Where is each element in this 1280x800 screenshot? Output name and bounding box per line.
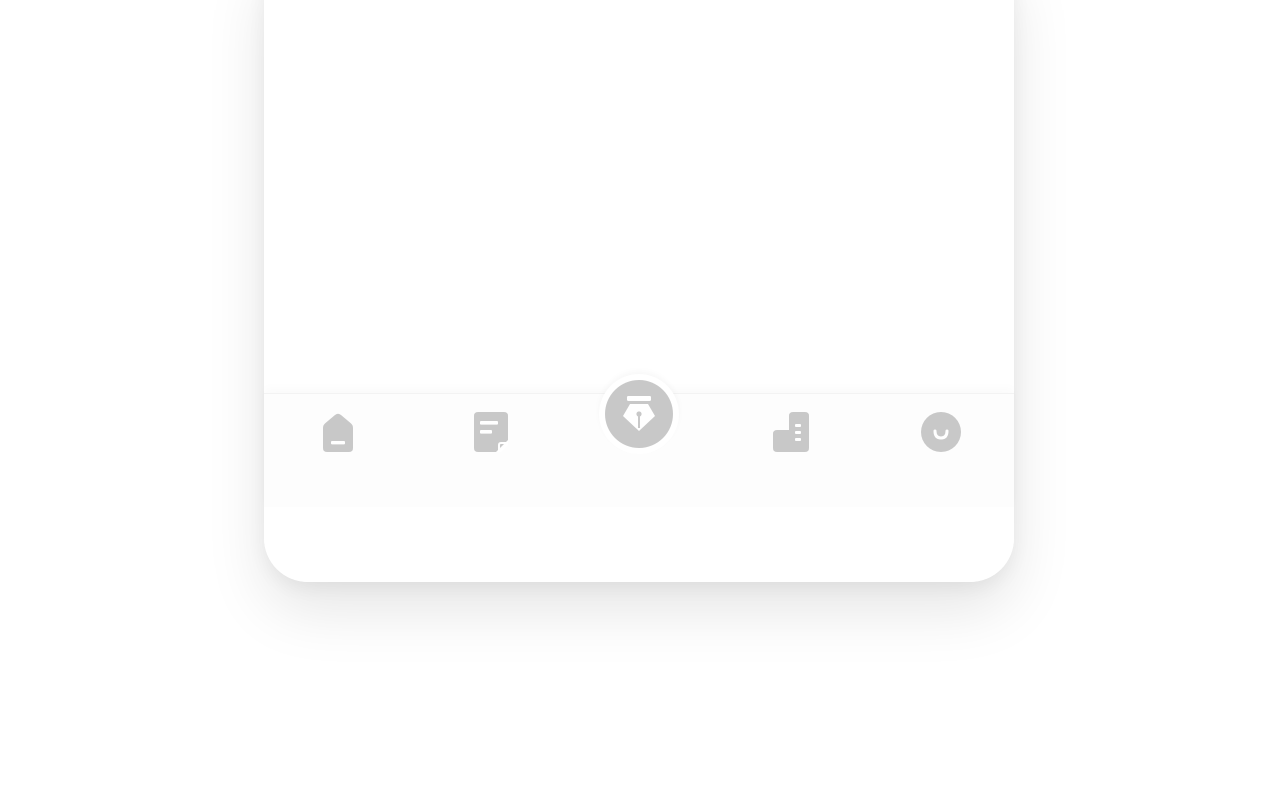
buildings-icon bbox=[773, 412, 809, 452]
note-icon bbox=[474, 412, 508, 452]
fountain-pen-icon bbox=[623, 396, 655, 431]
tab-notes[interactable] bbox=[469, 412, 509, 452]
main-content-area bbox=[264, 0, 1014, 393]
phone-frame bbox=[264, 0, 1014, 582]
compose-button-ring bbox=[599, 374, 679, 454]
tab-home[interactable] bbox=[318, 412, 358, 452]
tab-profile[interactable] bbox=[921, 412, 961, 452]
compose-button[interactable] bbox=[605, 380, 673, 448]
bottom-tab-bar bbox=[264, 374, 1014, 508]
smiley-profile-icon bbox=[921, 412, 961, 452]
tab-buildings[interactable] bbox=[770, 412, 810, 452]
home-indicator-area bbox=[264, 507, 1014, 582]
app-stage bbox=[0, 0, 1280, 800]
home-icon bbox=[323, 413, 353, 452]
